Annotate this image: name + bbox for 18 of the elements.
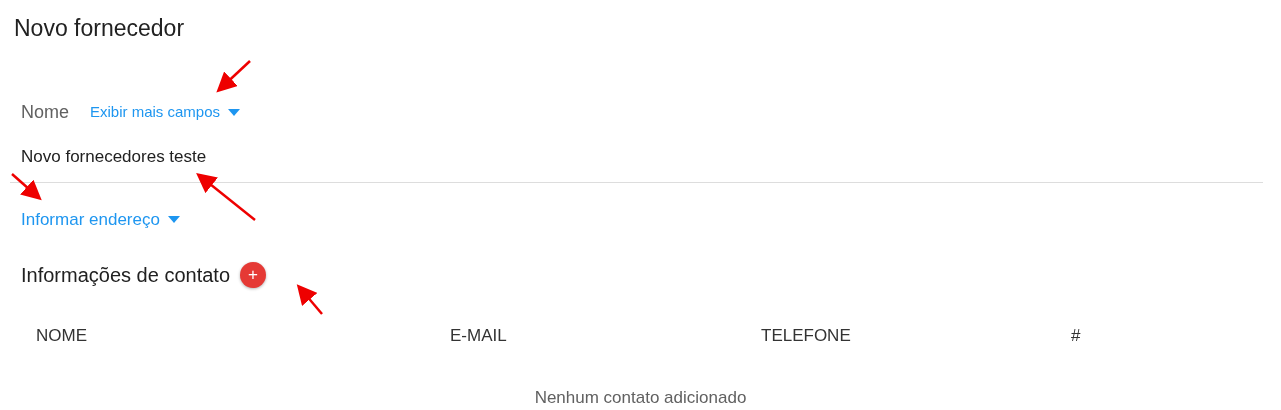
caret-icon bbox=[167, 215, 180, 223]
address-link[interactable]: Informar endereço bbox=[21, 206, 180, 232]
column-header: # bbox=[1071, 326, 1081, 345]
name-field[interactable]: Novo fornecedores teste bbox=[10, 144, 1263, 183]
show-more-fields-link[interactable]: Exibir mais campos bbox=[90, 101, 241, 124]
column-header: E-MAIL bbox=[450, 326, 507, 345]
annotation-arrow bbox=[11, 173, 42, 201]
annotation-arrow bbox=[296, 284, 323, 315]
page-title: Novo fornecedor bbox=[14, 14, 186, 42]
column-header: TELEFONE bbox=[761, 326, 851, 345]
annotation-arrow bbox=[196, 172, 256, 221]
field-label: Nome bbox=[21, 101, 69, 124]
caret-icon bbox=[228, 109, 241, 116]
column-header: NOME bbox=[36, 326, 87, 345]
empty-message: Nenhum contato adicionado bbox=[533, 386, 748, 409]
section-title: Informações de contato bbox=[21, 263, 230, 288]
annotation-arrow bbox=[216, 60, 251, 93]
add-contact-button[interactable]: + bbox=[240, 262, 266, 288]
